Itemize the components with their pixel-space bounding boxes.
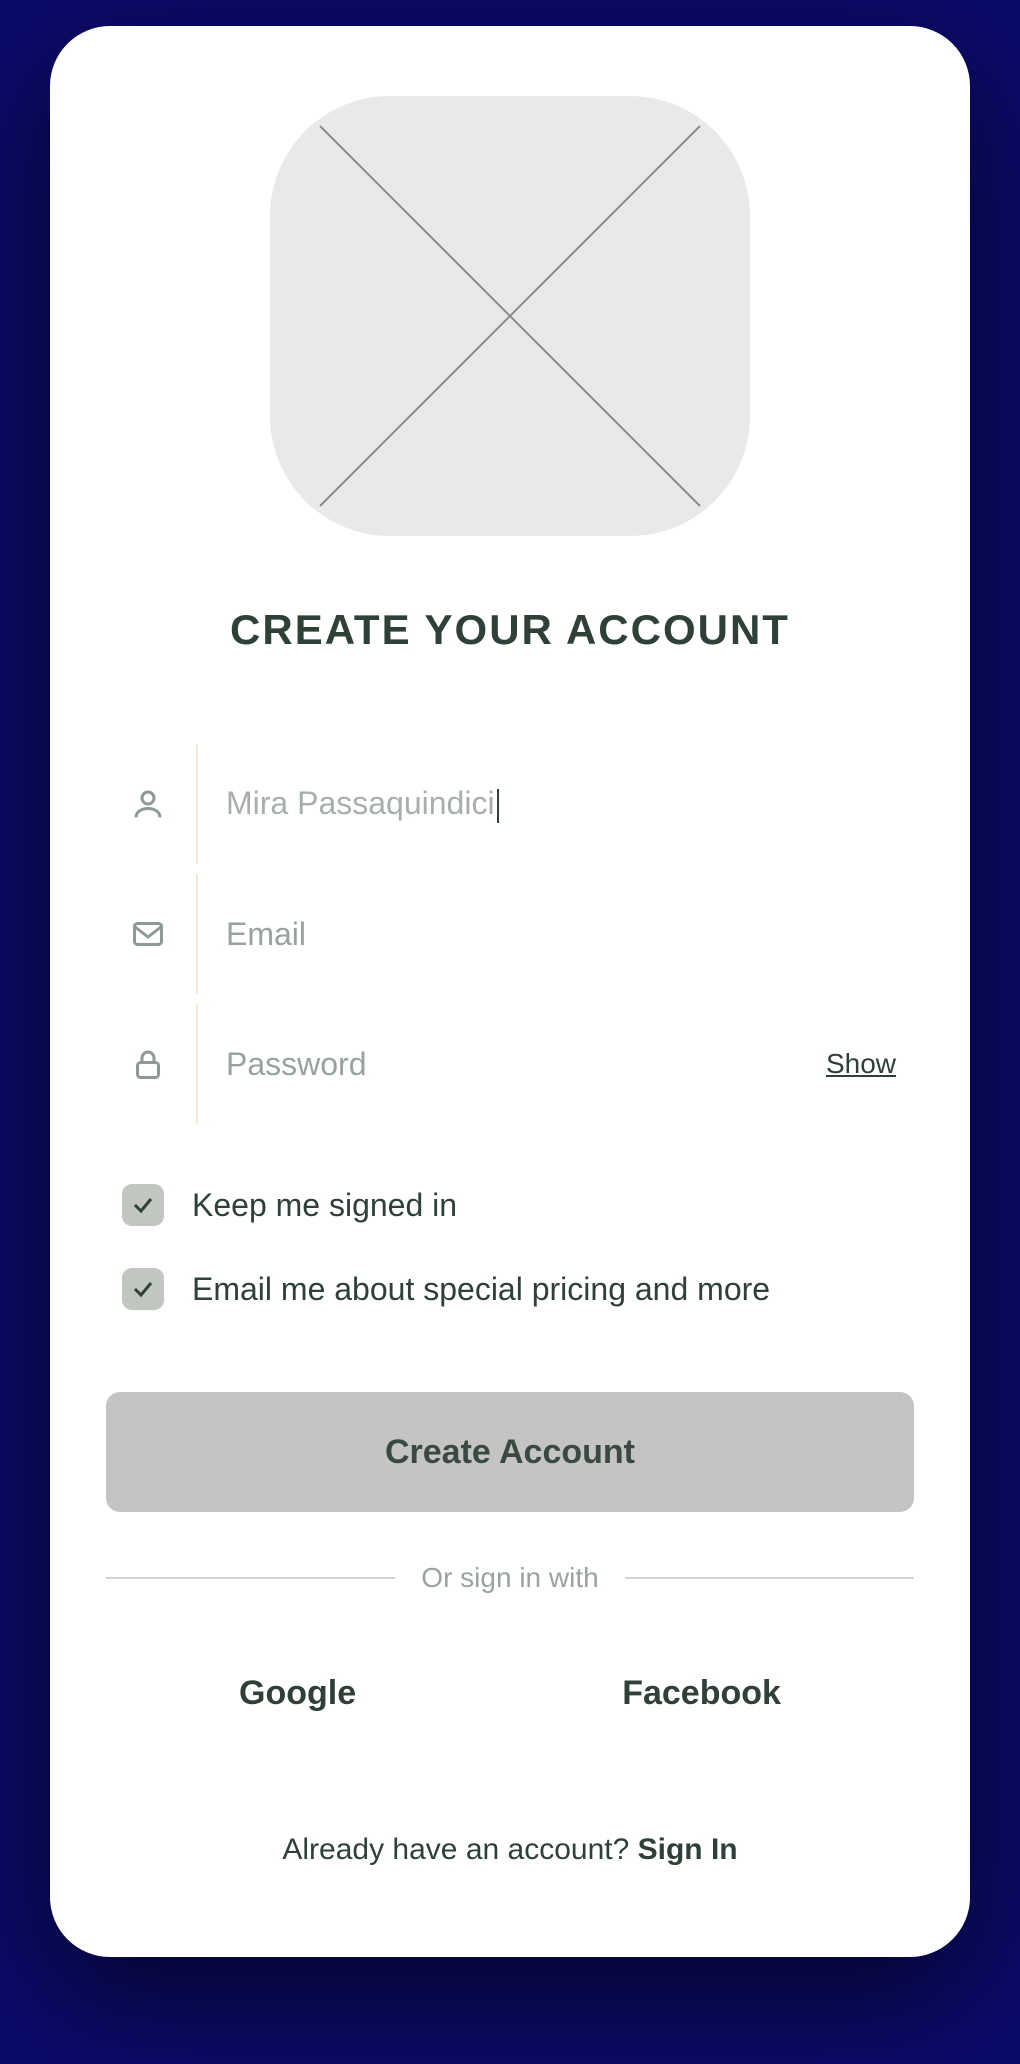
check-icon	[131, 1193, 155, 1217]
show-password-toggle[interactable]: Show	[826, 1048, 896, 1080]
password-input[interactable]: Password	[226, 1046, 826, 1083]
keep-signed-label: Keep me signed in	[192, 1187, 457, 1224]
sign-in-link[interactable]: Sign In	[638, 1833, 738, 1866]
signup-card: CREATE YOUR ACCOUNT Mira Passaquindici E…	[50, 26, 970, 1957]
email-input[interactable]: Email	[226, 916, 914, 953]
email-me-label: Email me about special pricing and more	[192, 1271, 770, 1308]
or-label: Or sign in with	[421, 1562, 598, 1594]
social-buttons: Google Facebook	[106, 1674, 914, 1713]
mail-icon	[118, 916, 178, 952]
field-divider	[196, 1004, 198, 1124]
create-account-button[interactable]: Create Account	[106, 1392, 914, 1512]
keep-signed-row[interactable]: Keep me signed in	[122, 1184, 914, 1226]
email-me-checkbox[interactable]	[122, 1268, 164, 1310]
or-separator: Or sign in with	[106, 1562, 914, 1594]
google-button[interactable]: Google	[239, 1674, 356, 1713]
image-placeholder-icon	[270, 96, 750, 536]
lock-icon	[118, 1046, 178, 1082]
check-icon	[131, 1277, 155, 1301]
name-field[interactable]: Mira Passaquindici	[106, 744, 914, 864]
facebook-button[interactable]: Facebook	[622, 1674, 781, 1713]
checkbox-group: Keep me signed in Email me about special…	[106, 1184, 914, 1310]
footer-prefix: Already have an account?	[282, 1833, 637, 1866]
field-divider	[196, 874, 198, 994]
separator-line	[106, 1577, 395, 1579]
email-field[interactable]: Email	[106, 874, 914, 994]
field-divider	[196, 744, 198, 864]
name-input[interactable]: Mira Passaquindici	[226, 785, 914, 823]
separator-line	[625, 1577, 914, 1579]
email-me-row[interactable]: Email me about special pricing and more	[122, 1268, 914, 1310]
page-title: CREATE YOUR ACCOUNT	[106, 606, 914, 654]
user-icon	[118, 786, 178, 822]
password-field[interactable]: Password Show	[106, 1004, 914, 1124]
footer-text: Already have an account? Sign In	[106, 1833, 914, 1867]
keep-signed-checkbox[interactable]	[122, 1184, 164, 1226]
text-caret	[497, 789, 499, 823]
name-value: Mira Passaquindici	[226, 785, 495, 821]
